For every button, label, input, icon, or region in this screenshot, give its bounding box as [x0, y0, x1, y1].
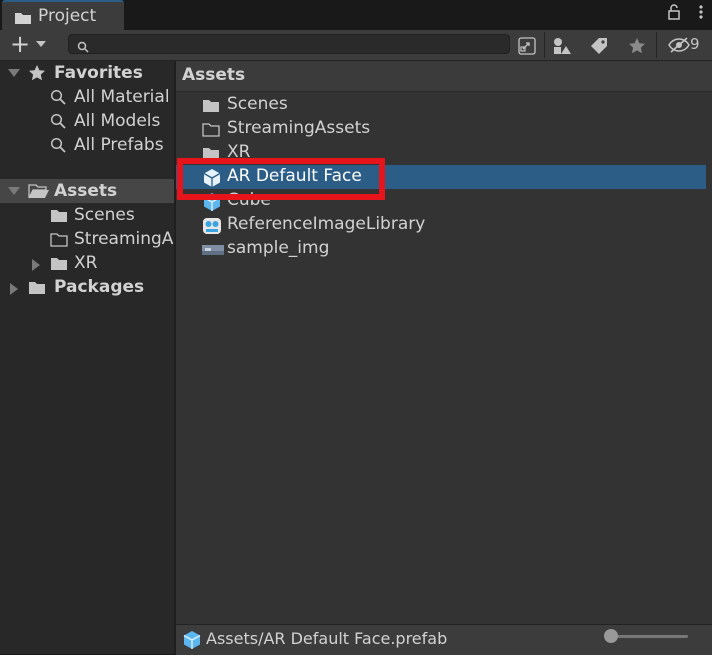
tree-label: XR: [74, 253, 98, 273]
search-icon: [50, 89, 66, 109]
breadcrumb-assets[interactable]: Assets: [182, 65, 245, 85]
tree-item-packages[interactable]: Packages: [0, 275, 174, 299]
lock-icon[interactable]: [667, 4, 681, 24]
item-label: Scenes: [227, 94, 288, 114]
prefab-cube-icon: [182, 630, 202, 654]
search-by-type-button[interactable]: [512, 33, 542, 57]
search-field[interactable]: [68, 34, 510, 57]
tree-label-packages: Packages: [54, 277, 145, 297]
chevron-down-icon[interactable]: [36, 41, 46, 47]
toolbar: +: [0, 30, 712, 61]
folder-icon: [28, 280, 46, 299]
zoom-slider-track[interactable]: [608, 635, 688, 638]
search-icon: [50, 113, 66, 133]
folder-icon: [50, 208, 68, 227]
status-bar: Assets/AR Default Face.prefab: [176, 624, 712, 655]
list-item[interactable]: Cube: [176, 189, 706, 213]
tree-label: StreamingA: [74, 229, 174, 249]
toolbar-separator: [544, 32, 545, 58]
tab-bar: Project: [0, 0, 712, 30]
kebab-menu-icon[interactable]: [698, 4, 704, 24]
favorites-star-button[interactable]: [622, 33, 652, 57]
tree-item-streamingassets[interactable]: StreamingA: [0, 227, 174, 251]
search-icon: [50, 137, 66, 157]
search-input[interactable]: [93, 35, 507, 55]
folder-outline-icon: [50, 232, 68, 251]
search-icon: [77, 38, 89, 57]
folder-icon: [14, 10, 32, 29]
tab-title: Project: [38, 6, 97, 26]
star-icon: [28, 64, 46, 86]
tree-label: All Prefabs: [74, 135, 164, 155]
folder-icon: [202, 96, 220, 117]
tab-project[interactable]: Project: [2, 0, 124, 30]
folder-icon: [50, 256, 68, 275]
list-item[interactable]: Scenes: [176, 93, 706, 117]
list-item[interactable]: StreamingAssets: [176, 117, 706, 141]
tree-label-favorites: Favorites: [54, 63, 143, 83]
tree-item-scenes[interactable]: Scenes: [0, 203, 174, 227]
eye-slash-icon: [668, 36, 690, 58]
item-label: Cube: [227, 190, 271, 210]
folder-tree: Favorites All Material All Models All Pr…: [0, 61, 174, 654]
asset-list-panel: Assets Scenes StreamingAssets XR AR Defa…: [176, 61, 712, 624]
tree-label: Scenes: [74, 205, 135, 225]
tree-item-all-models[interactable]: All Models: [0, 109, 174, 133]
hidden-count-label: 9: [690, 35, 700, 53]
filter-by-type-button[interactable]: [546, 33, 576, 57]
folder-outline-icon: [202, 120, 220, 141]
item-label: ReferenceImageLibrary: [227, 214, 426, 234]
tree-item-favorites[interactable]: Favorites: [0, 61, 174, 85]
chevron-right-icon[interactable]: [32, 259, 40, 271]
list-item[interactable]: XR: [176, 141, 706, 165]
item-label: XR: [227, 142, 251, 162]
image-thumbnail-icon: [202, 240, 224, 262]
hidden-packages-toggle[interactable]: 9: [666, 30, 712, 60]
list-item[interactable]: ReferenceImageLibrary: [176, 213, 706, 237]
list-item[interactable]: sample_img: [176, 237, 706, 261]
tab-icons: [655, 4, 704, 24]
tree-label-assets: Assets: [54, 181, 118, 201]
breadcrumb: Assets: [176, 61, 712, 92]
selected-asset-path: Assets/AR Default Face.prefab: [206, 629, 448, 648]
add-icon[interactable]: +: [10, 32, 30, 56]
item-label: AR Default Face: [227, 166, 362, 186]
folder-icon: [202, 144, 220, 165]
chevron-down-icon[interactable]: [8, 187, 20, 195]
tree-item-all-prefabs[interactable]: All Prefabs: [0, 133, 174, 157]
zoom-slider-handle[interactable]: [604, 629, 618, 643]
tree-item-all-materials[interactable]: All Material: [0, 85, 174, 109]
item-label: StreamingAssets: [227, 118, 371, 138]
tree-label: All Material: [74, 87, 170, 107]
chevron-down-icon[interactable]: [8, 69, 20, 77]
tree-label: All Models: [74, 111, 161, 131]
project-window: Project + 9 Favorites All Material All M…: [0, 0, 712, 655]
tree-item-assets[interactable]: Assets: [0, 179, 174, 203]
chevron-right-icon[interactable]: [10, 283, 18, 295]
filter-by-label-button[interactable]: [584, 33, 614, 57]
item-label: sample_img: [227, 238, 330, 258]
tree-item-xr[interactable]: XR: [0, 251, 174, 275]
toolbar-separator: [656, 32, 657, 58]
folder-open-icon: [28, 184, 50, 203]
list-item-selected[interactable]: AR Default Face: [176, 165, 706, 189]
